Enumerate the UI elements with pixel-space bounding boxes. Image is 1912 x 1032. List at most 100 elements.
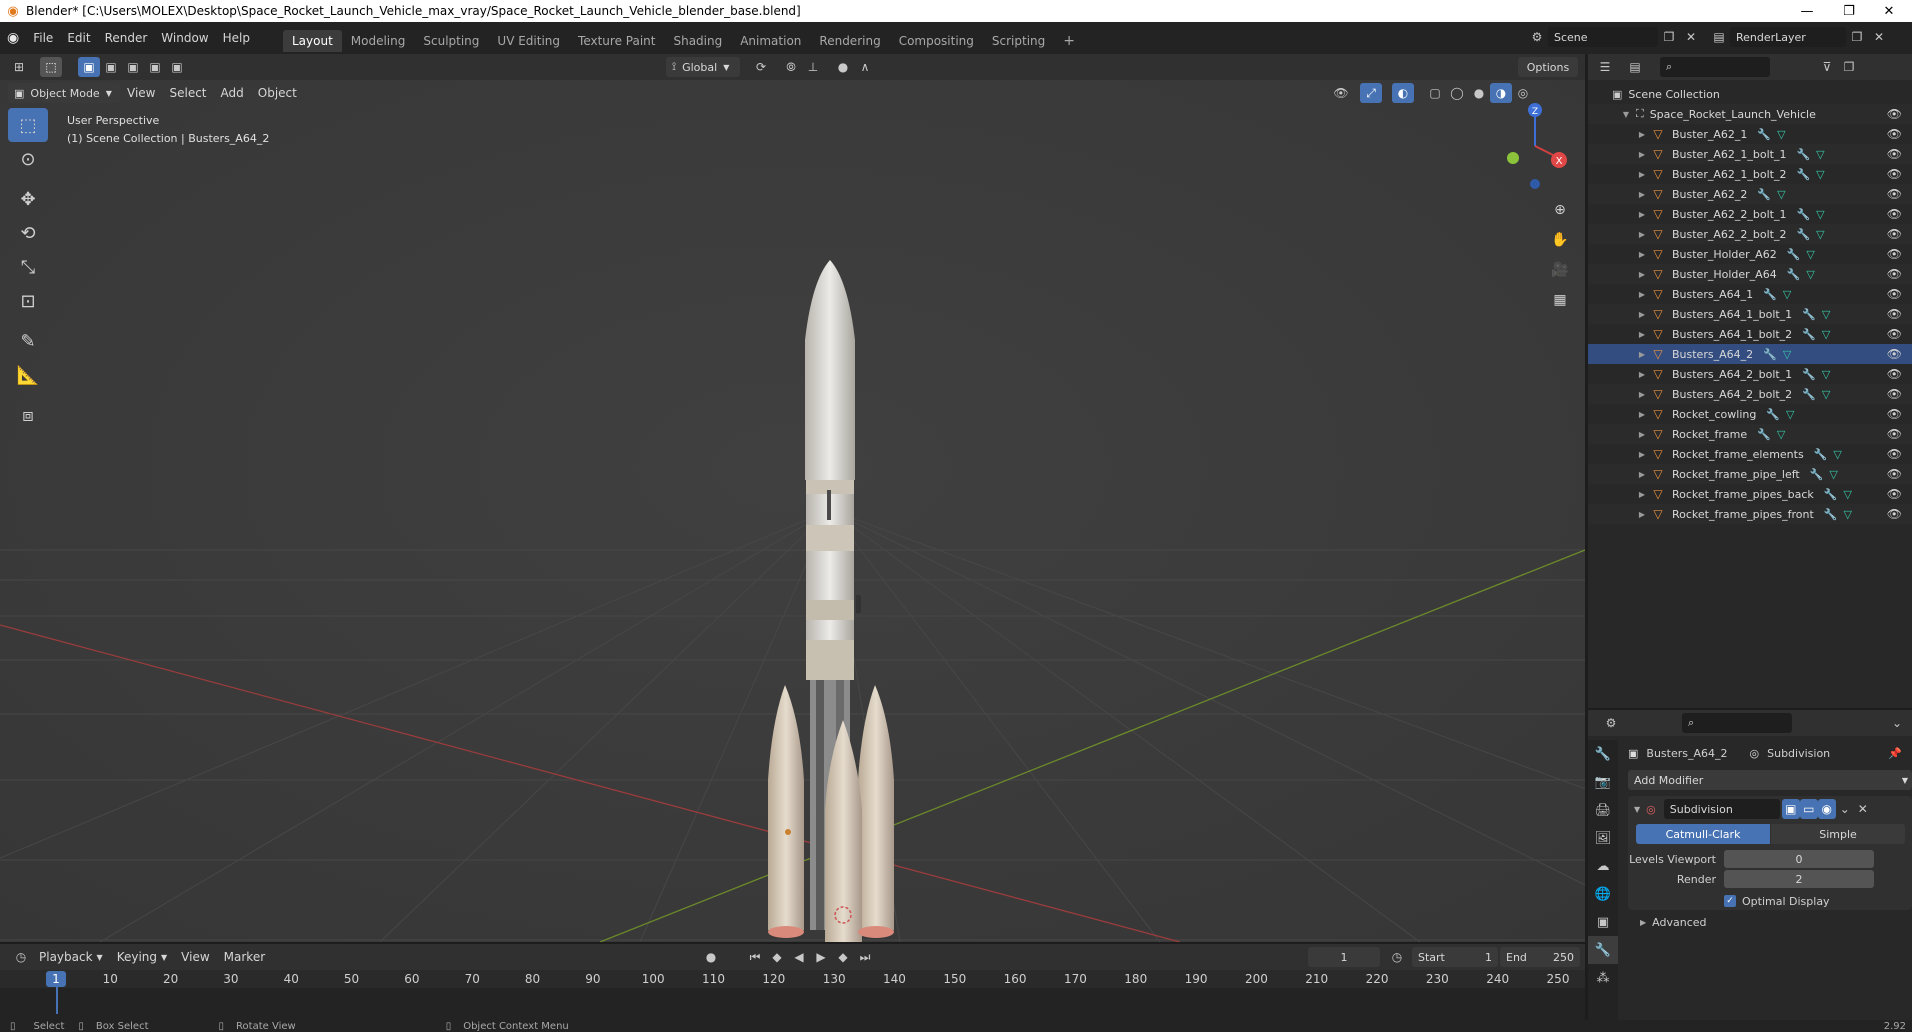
outliner-item[interactable]: ▶ ▽ Buster_A62_2_bolt_2 🔧 ▽ 👁 bbox=[1588, 224, 1912, 244]
outliner-item[interactable]: ▶ ▽ Rocket_cowling 🔧 ▽ 👁 bbox=[1588, 404, 1912, 424]
expand-arrow-icon[interactable]: ▶ bbox=[1636, 190, 1648, 199]
cursor-icon[interactable]: ⊙ bbox=[8, 142, 48, 176]
transform-icon[interactable]: ⊡ bbox=[8, 284, 48, 318]
outliner-item[interactable]: ▶ ▽ Rocket_frame_pipes_front 🔧 ▽ 👁 bbox=[1588, 504, 1912, 524]
modifier-wrench-icon[interactable]: 🔧 bbox=[1824, 488, 1838, 501]
modifier-name-field[interactable]: Subdivision bbox=[1663, 799, 1780, 819]
outliner-item[interactable]: ▶ ▽ Buster_A62_1_bolt_2 🔧 ▽ 👁 bbox=[1588, 164, 1912, 184]
scene-tab-icon[interactable]: ☁ bbox=[1588, 852, 1618, 880]
pivot-point-icon[interactable]: ⟳ bbox=[750, 57, 772, 77]
current-frame-field[interactable]: 1 bbox=[1308, 947, 1380, 967]
delete-scene-icon[interactable]: ✕ bbox=[1680, 27, 1702, 47]
mesh-data-icon[interactable]: ▽ bbox=[1777, 188, 1785, 201]
new-collection-icon[interactable]: ❐ bbox=[1838, 57, 1860, 77]
modifier-menu-icon[interactable]: ⌄ bbox=[1836, 799, 1854, 819]
expand-arrow-icon[interactable]: ▼ bbox=[1620, 110, 1632, 119]
collapse-arrow-icon[interactable]: ▼ bbox=[1634, 805, 1640, 814]
modifier-wrench-icon[interactable]: 🔧 bbox=[1810, 468, 1824, 481]
preview-range-icon[interactable]: ◷ bbox=[1386, 947, 1408, 967]
expand-arrow-icon[interactable]: ▶ bbox=[1636, 290, 1648, 299]
outliner-item[interactable]: ▶ ▽ Buster_A62_2_bolt_1 🔧 ▽ 👁 bbox=[1588, 204, 1912, 224]
measure-icon[interactable]: 📐 bbox=[8, 358, 48, 392]
chevron-down-icon[interactable]: ⌄ bbox=[1886, 713, 1908, 733]
menu-add[interactable]: Add bbox=[214, 80, 251, 106]
eye-icon[interactable]: 👁 bbox=[1887, 207, 1902, 221]
add-modifier-dropdown[interactable]: Add Modifier ▼ bbox=[1628, 770, 1912, 790]
modifier-wrench-icon[interactable]: 🔧 bbox=[1814, 448, 1828, 461]
next-keyframe-icon[interactable]: ◆ bbox=[832, 947, 854, 967]
mesh-data-icon[interactable]: ▽ bbox=[1822, 368, 1830, 381]
modifier-wrench-icon[interactable]: 🔧 bbox=[1763, 348, 1777, 361]
render-tab-icon[interactable]: 📷 bbox=[1588, 768, 1618, 796]
annotate-icon[interactable]: ✎ bbox=[8, 324, 48, 358]
expand-arrow-icon[interactable]: ▶ bbox=[1636, 170, 1648, 179]
eye-icon[interactable]: 👁 bbox=[1887, 367, 1902, 381]
filter-icon[interactable]: ⊽ bbox=[1816, 57, 1838, 77]
eye-icon[interactable]: 👁 bbox=[1887, 127, 1902, 141]
menu-keying[interactable]: Keying ▼ bbox=[110, 944, 174, 970]
remove-modifier-icon[interactable]: ✕ bbox=[1854, 799, 1872, 819]
eye-icon[interactable]: 👁 bbox=[1887, 427, 1902, 441]
proportional-edit-icon[interactable]: ● bbox=[832, 57, 854, 77]
tab-layout[interactable]: Layout bbox=[282, 30, 342, 52]
camera-view-icon[interactable]: 🎥 bbox=[1547, 255, 1573, 285]
modifier-wrench-icon[interactable]: 🔧 bbox=[1802, 368, 1816, 381]
renderlayer-field[interactable]: RenderLayer bbox=[1730, 27, 1846, 47]
pan-hand-icon[interactable]: ✋ bbox=[1547, 225, 1573, 255]
tab-texture-paint[interactable]: Texture Paint bbox=[569, 30, 664, 52]
tab-animation[interactable]: Animation bbox=[731, 30, 810, 52]
xray-icon[interactable]: ▢ bbox=[1424, 83, 1446, 103]
modifier-wrench-icon[interactable]: 🔧 bbox=[1796, 168, 1810, 181]
catmull-clark-button[interactable]: Catmull-Clark bbox=[1636, 824, 1770, 844]
expand-arrow-icon[interactable]: ▶ bbox=[1636, 510, 1648, 519]
menu-help[interactable]: Help bbox=[216, 22, 257, 54]
modifier-wrench-icon[interactable]: 🔧 bbox=[1802, 328, 1816, 341]
outliner-item[interactable]: ▶ ▽ Buster_A62_1_bolt_1 🔧 ▽ 👁 bbox=[1588, 144, 1912, 164]
scene-collection-row[interactable]: ▣ Scene Collection bbox=[1588, 84, 1912, 104]
mesh-data-icon[interactable]: ▽ bbox=[1777, 428, 1785, 441]
mesh-data-icon[interactable]: ▽ bbox=[1816, 168, 1824, 181]
select-tool-icon[interactable]: ⬚ bbox=[40, 57, 62, 77]
pin-icon[interactable]: 📌 bbox=[1888, 747, 1902, 760]
select-box-icon[interactable]: ⬚ bbox=[8, 108, 48, 142]
close-window-icon[interactable]: ✕ bbox=[1866, 0, 1912, 22]
outliner-item[interactable]: ▶ ▽ Rocket_frame 🔧 ▽ 👁 bbox=[1588, 424, 1912, 444]
object-mode-dropdown[interactable]: ▣ Object Mode ▼ bbox=[8, 83, 120, 103]
expand-arrow-icon[interactable]: ▶ bbox=[1636, 370, 1648, 379]
modifier-tab-icon[interactable]: 🔧 bbox=[1588, 936, 1618, 964]
add-workspace-icon[interactable]: + bbox=[1054, 30, 1084, 52]
modifier-wrench-icon[interactable]: 🔧 bbox=[1787, 248, 1801, 261]
minimize-icon[interactable]: — bbox=[1784, 0, 1830, 22]
move-icon[interactable]: ✥ bbox=[8, 182, 48, 216]
outliner-item[interactable]: ▶ ▽ Buster_Holder_A64 🔧 ▽ 👁 bbox=[1588, 264, 1912, 284]
renderlayer-browse-icon[interactable]: ▤ bbox=[1708, 27, 1730, 47]
tab-uv-editing[interactable]: UV Editing bbox=[488, 30, 569, 52]
modifier-wrench-icon[interactable]: 🔧 bbox=[1757, 428, 1771, 441]
eye-icon[interactable]: 👁 bbox=[1887, 407, 1902, 421]
jump-start-icon[interactable]: ⏮ bbox=[744, 947, 766, 967]
menu-object[interactable]: Object bbox=[251, 80, 304, 106]
menu-file[interactable]: File bbox=[26, 22, 60, 54]
mesh-data-icon[interactable]: ▽ bbox=[1806, 268, 1814, 281]
ortho-grid-icon[interactable]: ▦ bbox=[1547, 285, 1573, 315]
wireframe-shading-icon[interactable]: ◯ bbox=[1446, 83, 1468, 103]
viewport-toggle-icon[interactable]: ▭ bbox=[1799, 799, 1818, 819]
object-tab-icon[interactable]: ▣ bbox=[1588, 908, 1618, 936]
mesh-data-icon[interactable]: ▽ bbox=[1786, 408, 1794, 421]
mesh-data-icon[interactable]: ▽ bbox=[1829, 468, 1837, 481]
timeline-editor-type-icon[interactable]: ◷ bbox=[10, 947, 32, 967]
expand-arrow-icon[interactable]: ▶ bbox=[1636, 350, 1648, 359]
modifier-wrench-icon[interactable]: 🔧 bbox=[1757, 128, 1771, 141]
select-new-icon[interactable]: ▣ bbox=[78, 57, 100, 77]
expand-arrow-icon[interactable]: ▶ bbox=[1636, 250, 1648, 259]
optimal-display-row[interactable]: ✓ Optimal Display bbox=[1724, 892, 1912, 910]
expand-arrow-icon[interactable]: ▶ bbox=[1636, 230, 1648, 239]
rotate-icon[interactable]: ⟲ bbox=[8, 216, 48, 250]
expand-arrow-icon[interactable]: ▶ bbox=[1636, 310, 1648, 319]
simple-button[interactable]: Simple bbox=[1771, 824, 1905, 844]
scene-browse-icon[interactable]: ⚙ bbox=[1526, 27, 1548, 47]
play-icon[interactable]: ▶ bbox=[810, 947, 832, 967]
properties-editor-type-icon[interactable]: ⚙ bbox=[1600, 713, 1622, 733]
select-invert-icon[interactable]: ▣ bbox=[144, 57, 166, 77]
blender-menu-icon[interactable]: ◉ bbox=[0, 22, 26, 54]
